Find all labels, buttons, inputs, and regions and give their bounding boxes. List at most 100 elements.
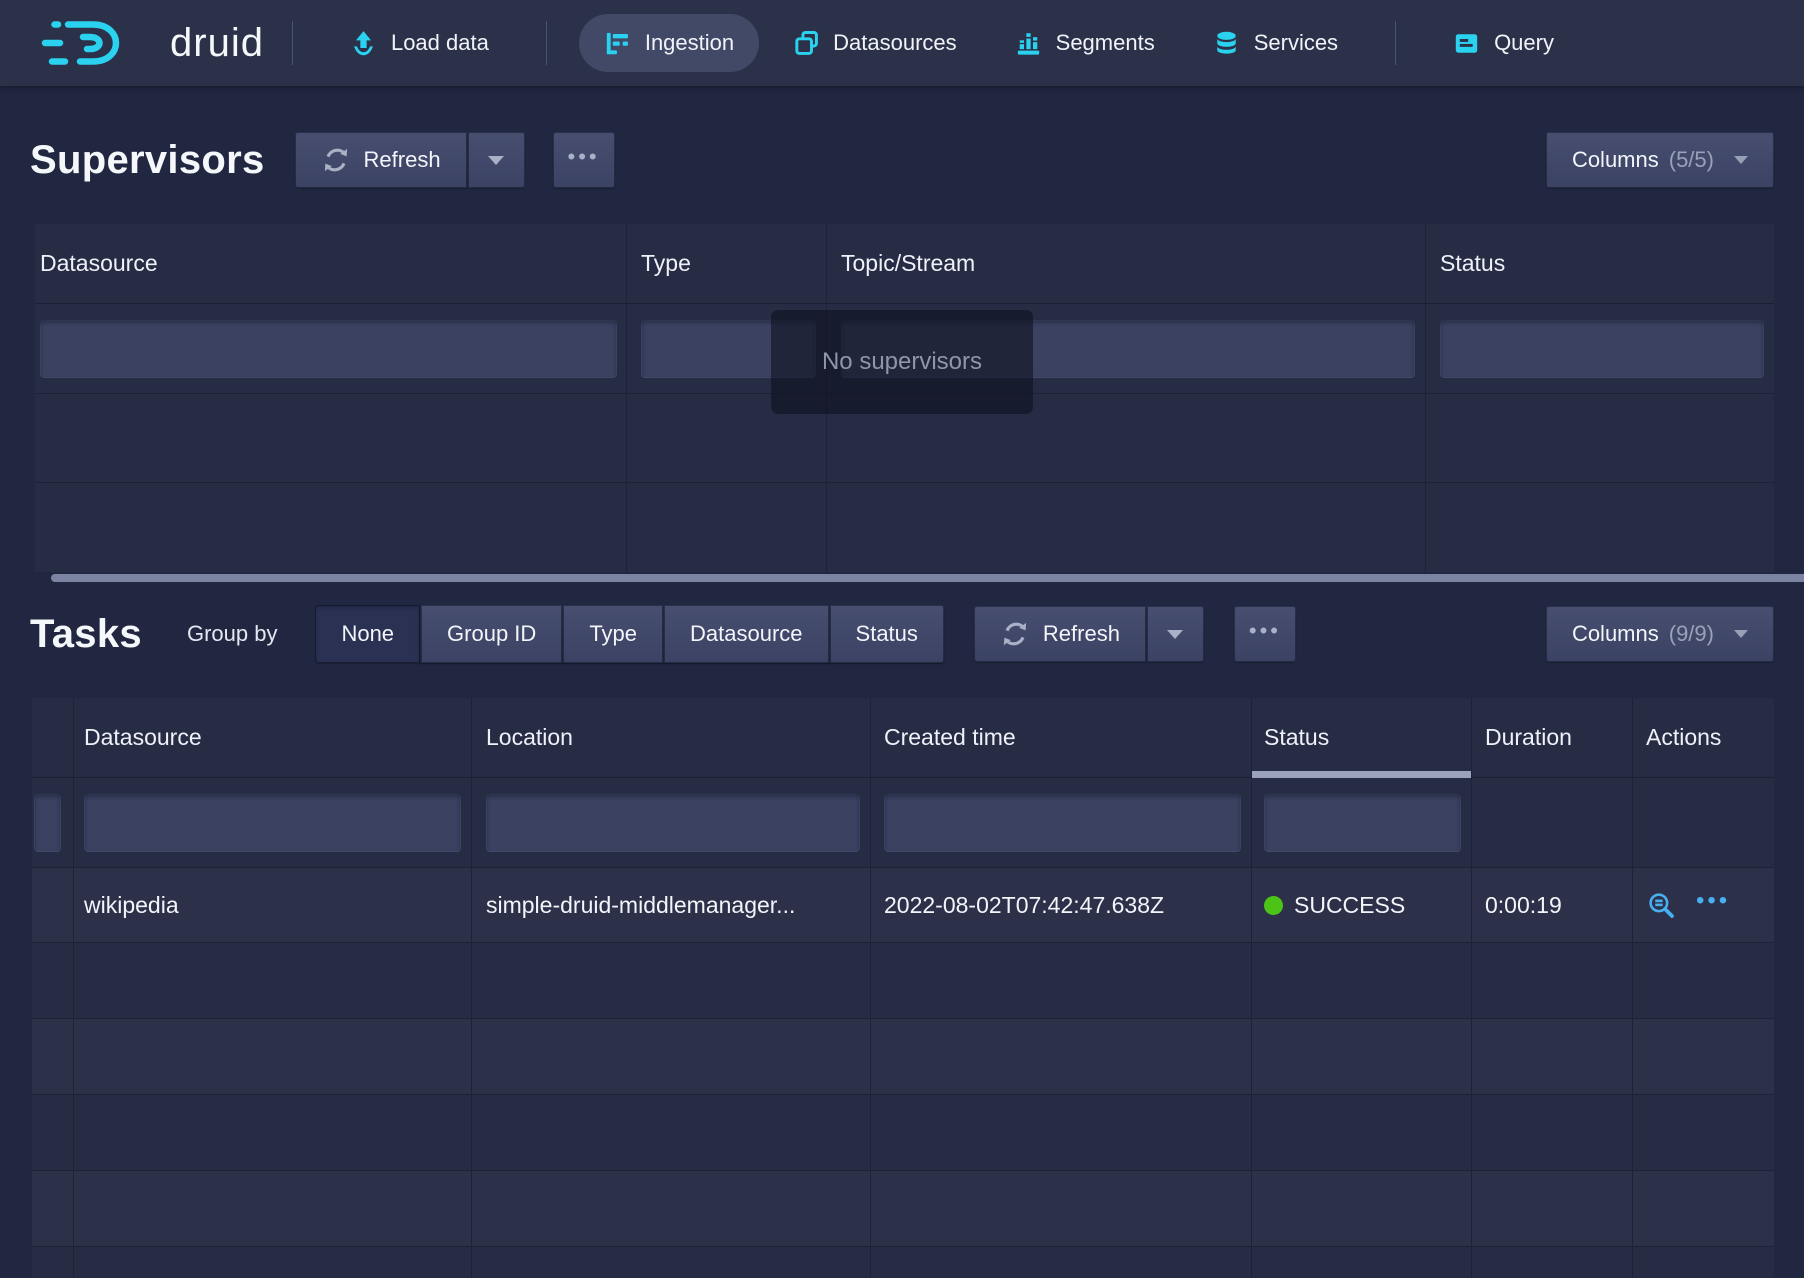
nav-item-label: Query	[1494, 30, 1554, 56]
tasks-toolbar: Tasks Group by None Group ID Type Dataso…	[30, 604, 1774, 664]
expander-filter-input[interactable]	[34, 794, 61, 852]
group-by-status-button[interactable]: Status	[829, 605, 944, 663]
empty-table-row	[32, 1171, 1774, 1247]
group-by-label: Group by	[187, 621, 278, 647]
supervisors-toolbar: Supervisors Refresh ••• Col	[30, 130, 1774, 190]
nav-divider	[546, 21, 547, 65]
supervisors-table: Datasource Type Topic/Stream Status No s…	[35, 224, 1774, 572]
ingestion-icon	[604, 30, 631, 57]
nav-datasources[interactable]: Datasources	[767, 14, 982, 72]
task-location: simple-druid-middlemanager...	[472, 868, 871, 942]
refresh-icon	[321, 145, 351, 175]
task-actions-more-icon[interactable]: •••	[1696, 889, 1730, 913]
nav-services[interactable]: Services	[1188, 14, 1363, 72]
nav-item-label: Load data	[391, 30, 489, 56]
group-by-button-group: None Group ID Type Datasource Status	[315, 605, 943, 663]
nav-item-label: Ingestion	[645, 30, 734, 56]
column-header-datasource[interactable]: Datasource	[35, 224, 627, 303]
refresh-interval-button[interactable]	[1146, 606, 1204, 662]
empty-table-row	[32, 943, 1774, 1019]
status-filter-input[interactable]	[1440, 320, 1764, 378]
task-table-row[interactable]: wikipedia simple-druid-middlemanager... …	[32, 868, 1774, 943]
supervisors-more-button[interactable]: •••	[553, 132, 615, 188]
column-header-status[interactable]: Status	[1426, 224, 1774, 303]
tasks-refresh-split-button: Refresh	[974, 606, 1204, 662]
column-header-datasource[interactable]: Datasource	[74, 698, 472, 777]
column-header-status-sorted[interactable]: Status	[1252, 698, 1472, 777]
supervisors-columns-button[interactable]: Columns (5/5)	[1546, 132, 1774, 188]
more-icon: •••	[1249, 620, 1281, 642]
refresh-label: Refresh	[364, 147, 441, 173]
empty-table-row	[35, 483, 1774, 572]
nav-item-label: Services	[1254, 30, 1338, 56]
supervisors-title: Supervisors	[30, 138, 265, 183]
datasources-icon	[792, 30, 819, 57]
columns-label: Columns	[1572, 147, 1659, 173]
column-header-expander	[32, 698, 74, 777]
caret-down-icon	[488, 156, 504, 165]
nav-divider	[1395, 21, 1396, 65]
columns-label: Columns	[1572, 621, 1659, 647]
refresh-button[interactable]: Refresh	[295, 132, 467, 188]
task-expander-cell	[32, 868, 74, 942]
top-navbar: druid Load data Ingestion Datasources	[0, 0, 1804, 86]
supervisors-refresh-split-button: Refresh	[295, 132, 525, 188]
query-icon	[1453, 30, 1480, 57]
datasource-filter-input[interactable]	[84, 794, 461, 852]
column-header-created-time[interactable]: Created time	[871, 698, 1252, 777]
brand-text: druid	[170, 21, 264, 66]
no-supervisors-message: No supervisors	[771, 310, 1033, 414]
caret-down-icon	[1734, 156, 1748, 164]
segments-icon	[1015, 30, 1042, 57]
created-time-filter-input[interactable]	[884, 794, 1241, 852]
nav-ingestion[interactable]: Ingestion	[579, 14, 759, 72]
column-header-location[interactable]: Location	[472, 698, 871, 777]
columns-count: (9/9)	[1669, 621, 1714, 647]
refresh-label: Refresh	[1043, 621, 1120, 647]
task-created-time: 2022-08-02T07:42:47.638Z	[871, 868, 1252, 942]
services-icon	[1213, 30, 1240, 57]
tasks-header-row: Datasource Location Created time Status …	[32, 698, 1774, 778]
tasks-table: Datasource Location Created time Status …	[32, 698, 1774, 1278]
refresh-button[interactable]: Refresh	[974, 606, 1146, 662]
column-header-type[interactable]: Type	[627, 224, 827, 303]
nav-item-label: Segments	[1056, 30, 1155, 56]
columns-count: (5/5)	[1669, 147, 1714, 173]
tasks-columns-button[interactable]: Columns (9/9)	[1546, 606, 1774, 662]
status-badge: SUCCESS	[1294, 892, 1405, 919]
druid-logo-icon	[38, 15, 156, 71]
group-by-group-id-button[interactable]: Group ID	[420, 605, 562, 663]
group-by-none-button[interactable]: None	[315, 605, 420, 663]
task-datasource: wikipedia	[74, 868, 472, 942]
refresh-interval-button[interactable]	[467, 132, 525, 188]
column-header-duration[interactable]: Duration	[1472, 698, 1633, 777]
nav-divider	[292, 21, 293, 65]
caret-down-icon	[1167, 630, 1183, 639]
druid-logo[interactable]: druid	[38, 15, 264, 71]
caret-down-icon	[1734, 630, 1748, 638]
empty-table-row	[32, 1095, 1774, 1171]
nav-item-label: Datasources	[833, 30, 957, 56]
horizontal-scrollbar[interactable]	[51, 574, 1804, 582]
tasks-filter-row	[32, 778, 1774, 868]
nav-segments[interactable]: Segments	[990, 14, 1180, 72]
task-status-cell: SUCCESS	[1252, 868, 1472, 942]
column-header-topic-stream[interactable]: Topic/Stream	[827, 224, 1426, 303]
task-duration: 0:00:19	[1472, 868, 1633, 942]
location-filter-input[interactable]	[486, 794, 860, 852]
load-data-icon	[350, 30, 377, 57]
datasource-filter-input[interactable]	[40, 320, 617, 378]
status-filter-input[interactable]	[1264, 794, 1461, 852]
nav-query[interactable]: Query	[1428, 14, 1579, 72]
empty-table-row	[32, 1247, 1774, 1278]
task-detail-search-icon[interactable]	[1646, 890, 1676, 920]
group-by-datasource-button[interactable]: Datasource	[663, 605, 829, 663]
tasks-more-button[interactable]: •••	[1234, 606, 1296, 662]
nav-load-data[interactable]: Load data	[325, 14, 514, 72]
refresh-icon	[1000, 619, 1030, 649]
tasks-title: Tasks	[30, 612, 142, 657]
empty-table-row	[32, 1019, 1774, 1095]
group-by-type-button[interactable]: Type	[562, 605, 663, 663]
more-icon: •••	[568, 146, 600, 168]
column-header-actions[interactable]: Actions	[1633, 698, 1774, 777]
